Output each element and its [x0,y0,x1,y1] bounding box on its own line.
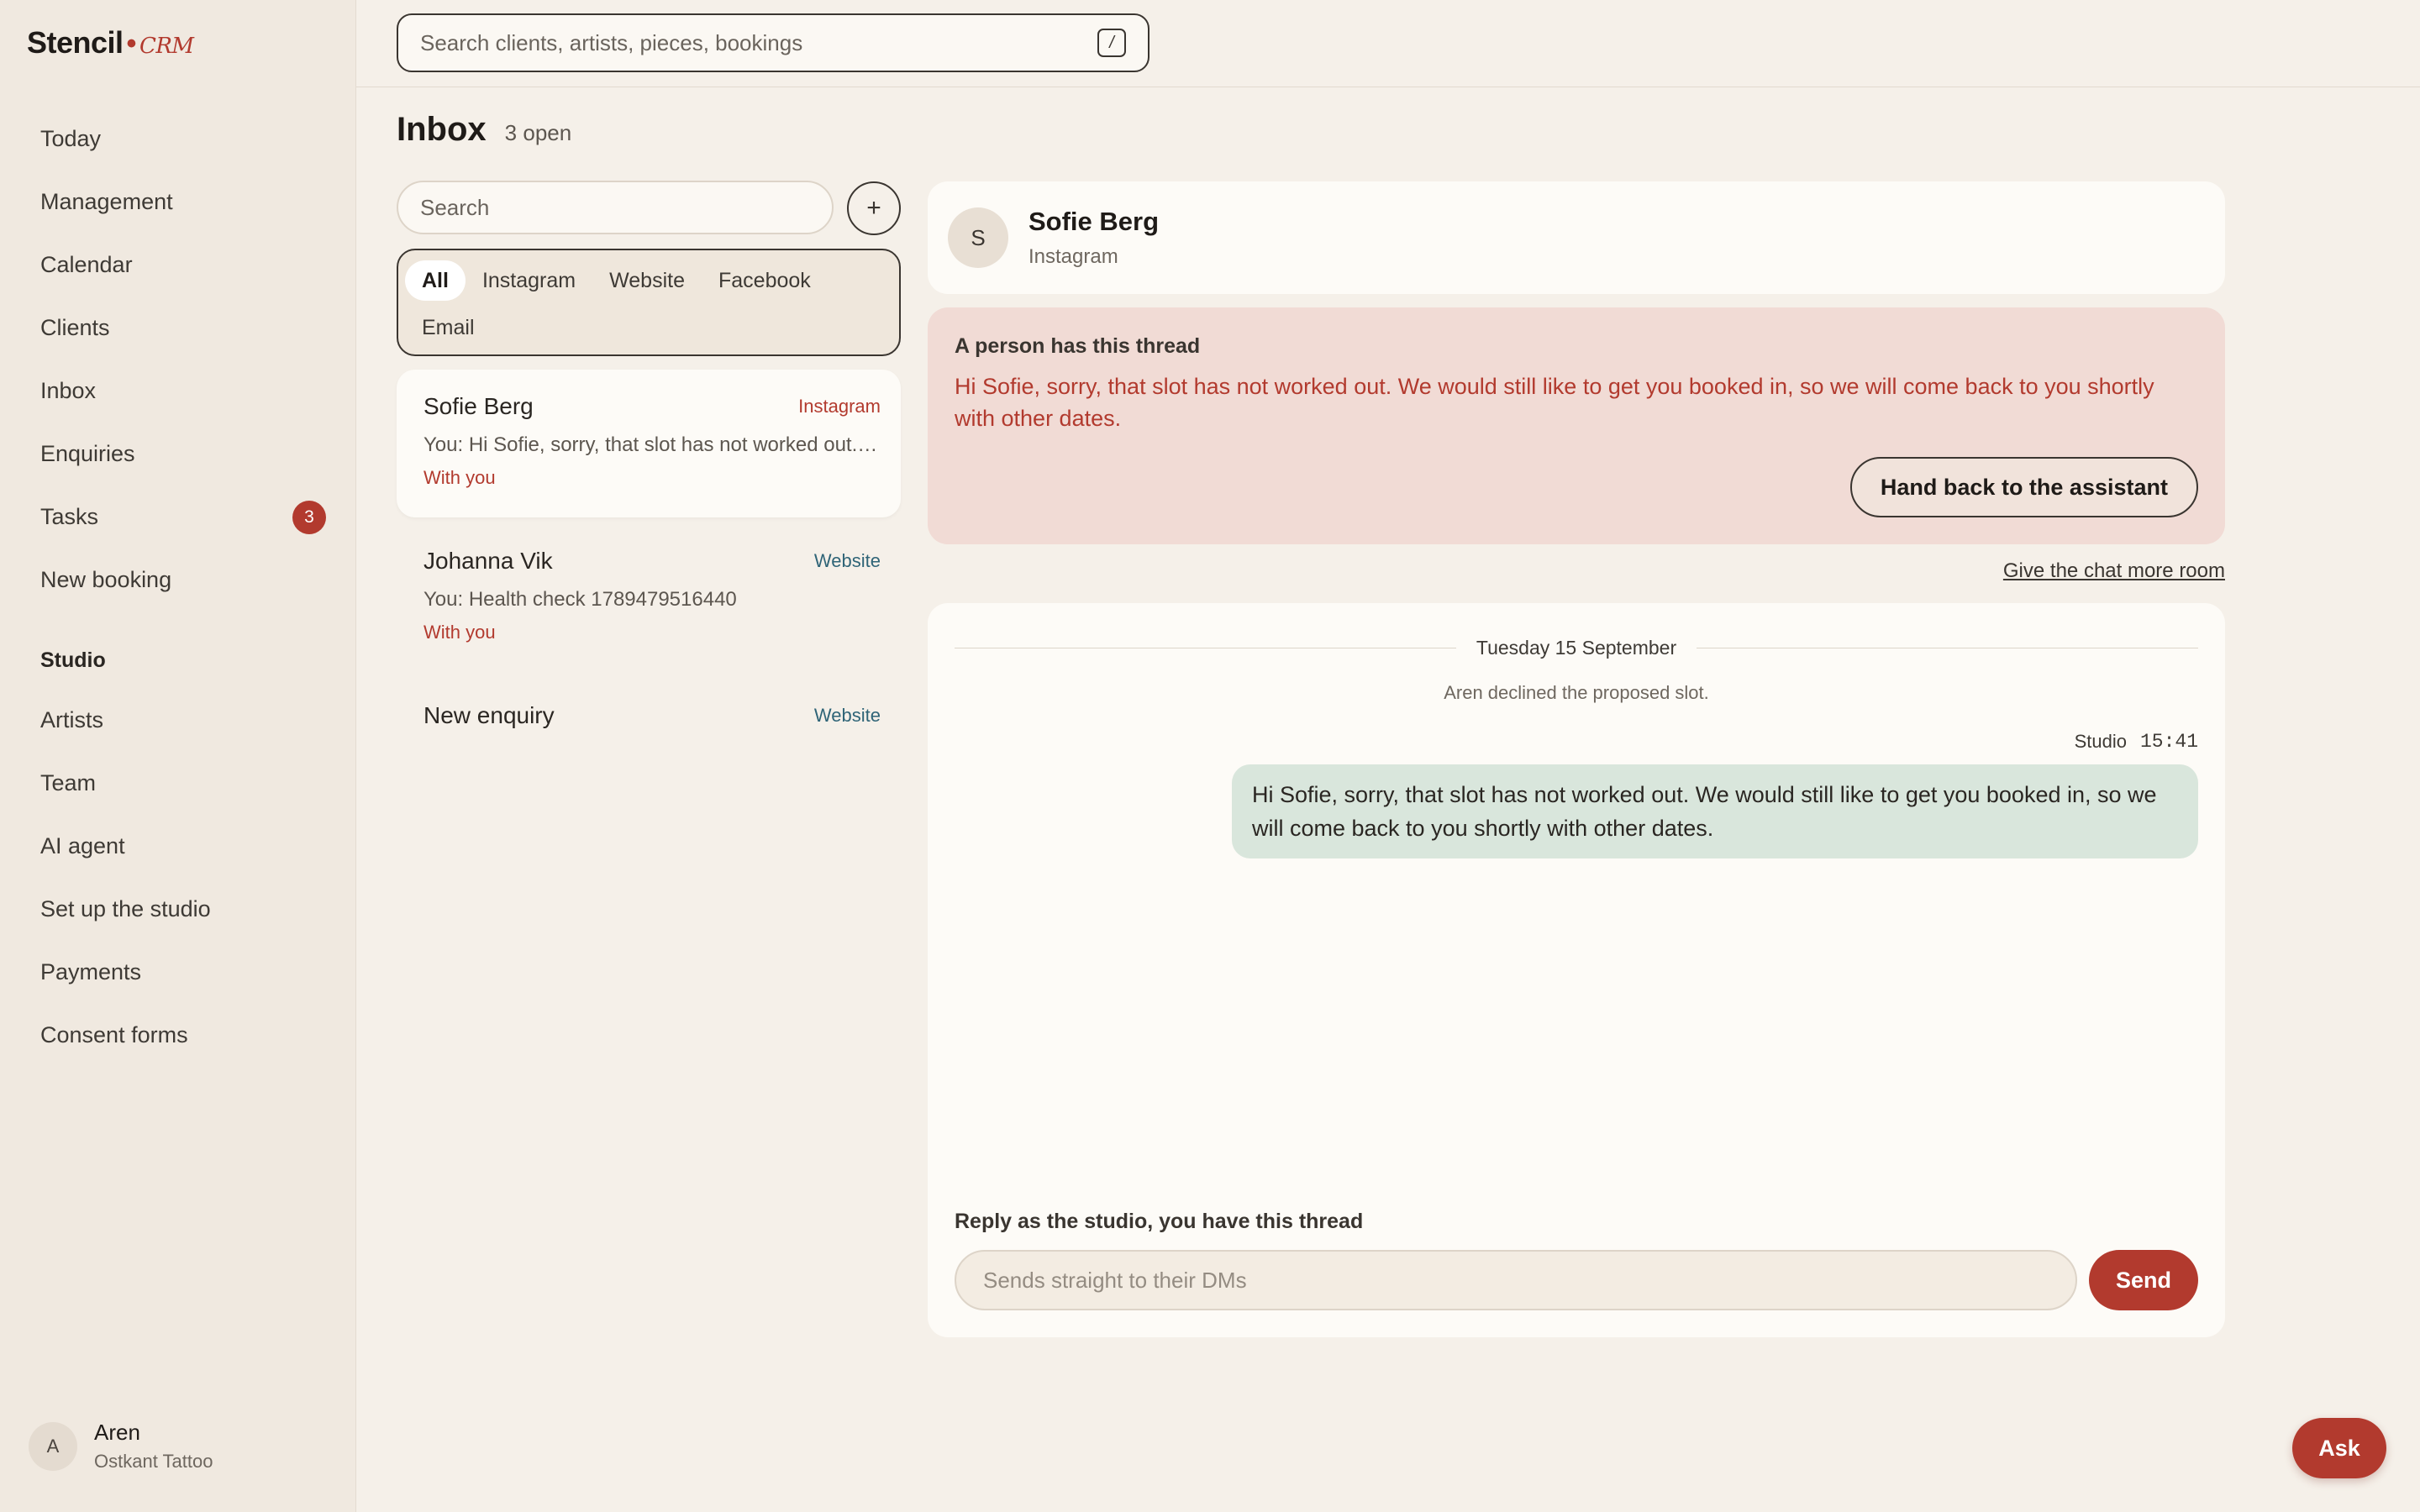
brand-dot: • [126,28,137,60]
filter-chip-email[interactable]: Email [405,307,492,348]
filter-chip-facebook[interactable]: Facebook [702,260,828,301]
avatar: A [29,1421,77,1471]
sidebar-item-tasks[interactable]: Tasks 3 [0,486,356,549]
sidebar-item-label: Inbox [40,378,97,403]
main-nav: Today Management Calendar Clients Inbox … [0,108,356,1067]
date-label: Tuesday 15 September [1476,637,1677,659]
thread-header: Johanna Vik Website [424,548,881,575]
thread-item-johanna-vik[interactable]: Johanna Vik Website You: Health check 17… [397,524,901,672]
sidebar-item-label: Payments [40,959,142,984]
top-bar: / [356,0,2420,87]
sidebar-item-setup-studio[interactable]: Set up the studio [0,878,356,941]
thread-item-sofie-berg[interactable]: Sofie Berg Instagram You: Hi Sofie, sorr… [397,370,901,517]
human-takeover-banner: A person has this thread Hi Sofie, sorry… [928,307,2225,544]
sidebar-item-management[interactable]: Management [0,171,356,234]
sidebar-item-label: Artists [40,707,104,732]
sidebar-item-inbox[interactable]: Inbox [0,360,356,423]
sidebar-section-studio: Studio [40,648,106,672]
contact-source: Instagram [1028,245,1118,268]
thread-list: Sofie Berg Instagram You: Hi Sofie, sorr… [397,370,901,763]
channel-filter: All Instagram Website Facebook Email [397,249,901,356]
sidebar-item-label: Team [40,770,97,795]
sidebar-item-calendar[interactable]: Calendar [0,234,356,297]
sidebar: Stencil • CRM Today Management Calendar … [0,0,356,1512]
sidebar-item-label: Set up the studio [40,896,211,921]
chat-panel: Tuesday 15 September Aren declined the p… [928,603,2225,1337]
sidebar-item-label: New booking [40,567,172,592]
thread-preview: You: Health check 1789479516440 [424,588,737,611]
sidebar-item-team[interactable]: Team [0,752,356,815]
avatar: S [948,207,1008,268]
thread-search [397,181,834,234]
sidebar-item-today[interactable]: Today [0,108,356,171]
reply-input[interactable] [955,1250,2077,1310]
sidebar-item-ai-agent[interactable]: AI agent [0,815,356,878]
sidebar-item-clients[interactable]: Clients [0,297,356,360]
page-header: Inbox 3 open [397,111,571,149]
sidebar-item-artists[interactable]: Artists [0,689,356,752]
brand-logo[interactable]: Stencil • CRM [27,25,194,60]
message-sender: Studio [2074,731,2127,752]
sidebar-item-label: Today [40,126,102,151]
contact-header: S Sofie Berg Instagram [928,181,2225,294]
user-profile[interactable]: A Aren Ostkant Tattoo [29,1420,213,1473]
takeover-title: A person has this thread [955,334,1201,358]
outgoing-message: Hi Sofie, sorry, that slot has not worke… [1232,764,2198,858]
thread-preview: You: Hi Sofie, sorry, that slot has not … [424,433,881,456]
thread-source: Instagram [798,396,881,417]
thread-name: New enquiry [424,702,555,728]
thread-name: Johanna Vik [424,548,553,574]
filter-chip-website[interactable]: Website [592,260,702,301]
expand-chat-link[interactable]: Give the chat more room [2003,559,2225,583]
filter-row: All Instagram Website Facebook [405,259,892,302]
user-info: Aren Ostkant Tattoo [94,1420,213,1473]
user-studio: Ostkant Tattoo [94,1451,213,1472]
sidebar-item-label: AI agent [40,833,125,858]
thread-status: With you [424,467,496,488]
reply-label: Reply as the studio, you have this threa… [955,1210,1364,1233]
contact-info: Sofie Berg Instagram [1028,207,1159,269]
filter-chip-all[interactable]: All [405,260,466,301]
brand-suffix: CRM [139,34,194,59]
date-divider: Tuesday 15 September [955,637,2199,659]
sidebar-item-label: Consent forms [40,1022,188,1047]
message-meta: Studio 15:41 [2075,731,2198,753]
thread-status: With you [424,622,496,643]
sidebar-item-label: Tasks [40,504,99,529]
brand-name: Stencil [27,25,124,60]
sidebar-item-label: Calendar [40,252,133,277]
thread-name: Sofie Berg [424,393,534,419]
thread-header: Sofie Berg Instagram [424,393,881,420]
send-button[interactable]: Send [2089,1250,2198,1310]
filter-chip-instagram[interactable]: Instagram [466,260,592,301]
sidebar-item-enquiries[interactable]: Enquiries [0,423,356,486]
thread-source: Website [813,550,881,571]
ask-assistant-button[interactable]: Ask [2292,1418,2386,1478]
thread-search-input[interactable] [420,194,810,221]
page-title: Inbox [397,111,487,148]
global-search-input[interactable] [420,29,1097,56]
sidebar-item-new-booking[interactable]: New booking [0,549,356,612]
new-thread-button[interactable]: + [847,181,901,235]
sidebar-item-label: Clients [40,315,110,340]
user-name: Aren [94,1420,140,1445]
sidebar-item-consent-forms[interactable]: Consent forms [0,1004,356,1067]
thread-item-new-enquiry[interactable]: New enquiry Website [397,679,901,756]
sidebar-item-label: Enquiries [40,441,135,466]
sidebar-item-payments[interactable]: Payments [0,941,356,1004]
thread-source: Website [813,705,881,726]
thread-header: New enquiry Website [424,702,881,729]
message-time: 15:41 [2139,731,2198,753]
filter-row: Email [405,306,892,349]
open-count: 3 open [504,120,572,145]
contact-name: Sofie Berg [1028,207,1160,236]
takeover-text: Hi Sofie, sorry, that slot has not worke… [955,374,2154,431]
slash-shortcut-icon: / [1097,29,1126,57]
global-search: / [397,13,1150,72]
hand-back-button[interactable]: Hand back to the assistant [1849,457,2198,517]
tasks-count-badge: 3 [292,500,326,534]
sidebar-item-label: Management [40,189,173,214]
system-note: Aren declined the proposed slot. [1444,682,1709,703]
